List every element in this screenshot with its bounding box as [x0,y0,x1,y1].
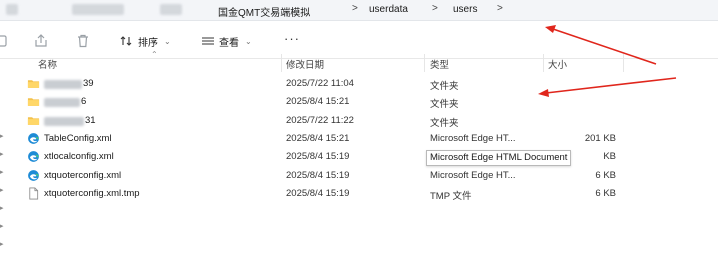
file-row[interactable]: TableConfig.xml 2025/8/4 15:21 Microsoft E… [0,130,718,148]
breadcrumb-segment[interactable]: users [453,4,477,15]
file-size: 6 KB [595,169,616,181]
blurred-folder-name [44,98,80,108]
column-divider[interactable] [623,54,624,72]
file-size: 6 KB [595,187,616,199]
file-name: xtlocalconfig.xml [44,151,114,163]
file-name: xtquoterconfig.xml.tmp [44,187,140,199]
file-row[interactable]: xtlocalconfig.xml 2025/8/4 15:19 Microsoft… [0,148,718,166]
edge-icon [28,151,39,163]
file-row[interactable]: 39 2025/7/22 11:04 文件夹 [0,75,718,93]
file-row[interactable]: 31 2025/7/22 11:22 文件夹 [0,112,718,130]
blurred-path-segment [72,4,124,15]
column-header-size[interactable]: 大小 [548,57,567,71]
file-type: 文件夹 [430,99,459,111]
blurred-path-segment [6,4,18,15]
view-button[interactable]: 查看 ⌄ [201,34,252,49]
file-type: TMP 文件 [430,190,472,202]
file-modified-date: 2025/8/4 15:19 [286,169,350,181]
share-icon[interactable] [33,33,49,49]
breadcrumb-separator-icon: > [432,3,438,14]
file-modified-date: 2025/8/4 15:21 [286,96,350,108]
column-divider[interactable] [281,54,282,72]
document-icon [29,187,39,200]
column-header-modified[interactable]: 修改日期 [286,57,324,71]
file-type: Microsoft Edge HT... [430,132,516,144]
nav-expand-icon[interactable]: ▸ [0,204,6,212]
nav-expand-icon[interactable]: ▸ [0,132,6,140]
file-name: TableConfig.xml [44,132,112,144]
file-row[interactable]: xtquoterconfig.xml 2025/8/4 15:19 Microsof… [0,167,718,185]
breadcrumb-separator-icon: > [497,3,503,14]
blurred-path-segment [160,4,182,15]
breadcrumb-segment[interactable]: userdata [369,4,408,15]
more-options-button[interactable]: ··· [284,32,300,45]
column-header-name[interactable]: 名称 [38,57,57,71]
type-tooltip: Microsoft Edge HTML Document [426,150,572,166]
copy-icon[interactable] [0,33,10,49]
command-bar: 排序 ⌄ 查看 ⌄ ··· [0,24,718,59]
folder-icon [27,116,40,125]
file-type: 文件夹 [430,81,459,92]
file-modified-date: 2025/8/4 15:21 [286,132,350,144]
sort-icon [120,36,132,46]
address-bar[interactable]: 国金QMT交易端模拟 > userdata > users > [0,0,718,21]
delete-icon[interactable] [75,33,91,49]
chevron-down-icon: ⌄ [164,36,171,46]
edge-icon [28,133,39,144]
nav-expand-icon[interactable]: ▸ [0,168,6,176]
sort-button[interactable]: 排序 ⌄ [120,34,171,49]
file-modified-date: 2025/8/4 15:19 [286,187,350,199]
file-modified-date: 2025/7/22 11:04 [286,78,354,89]
edge-icon [28,169,39,181]
file-row[interactable]: xtquoterconfig.xml.tmp 2025/8/4 15:19 TMP … [0,185,718,203]
blurred-folder-name [44,116,84,126]
nav-expand-icon[interactable]: ▸ [0,222,6,230]
breadcrumb-segment[interactable]: 国金QMT交易端模拟 [218,4,310,19]
folder-icon [27,98,40,107]
blurred-folder-name [44,80,82,89]
file-modified-date: 2025/7/22 11:22 [286,114,354,126]
nav-expand-icon[interactable]: ▸ [0,150,6,158]
column-header-type[interactable]: 类型 [430,57,449,71]
sort-direction-icon: ⌃ [151,50,158,59]
file-name: 31 [85,114,96,126]
file-name: 6 [81,96,87,108]
file-type: Microsoft Edge HT... [430,169,516,181]
column-divider[interactable] [543,54,544,72]
folder-icon [27,80,40,88]
file-name: 39 [83,78,94,89]
nav-expand-icon[interactable]: ▸ [0,240,6,248]
file-size: 201 KB [584,132,616,144]
file-name: xtquoterconfig.xml [44,169,122,181]
file-modified-date: 2025/8/4 15:19 [286,151,350,163]
nav-expand-icon[interactable]: ▸ [0,186,6,194]
chevron-down-icon: ⌄ [245,36,252,46]
view-icon [202,37,214,45]
view-label: 查看 [219,37,239,49]
file-row[interactable]: 6 2025/8/4 15:21 文件夹 [0,93,718,111]
column-divider[interactable] [424,54,425,72]
sort-label: 排序 [138,37,158,49]
breadcrumb-separator-icon: > [352,3,358,14]
file-type: 文件夹 [430,117,459,129]
